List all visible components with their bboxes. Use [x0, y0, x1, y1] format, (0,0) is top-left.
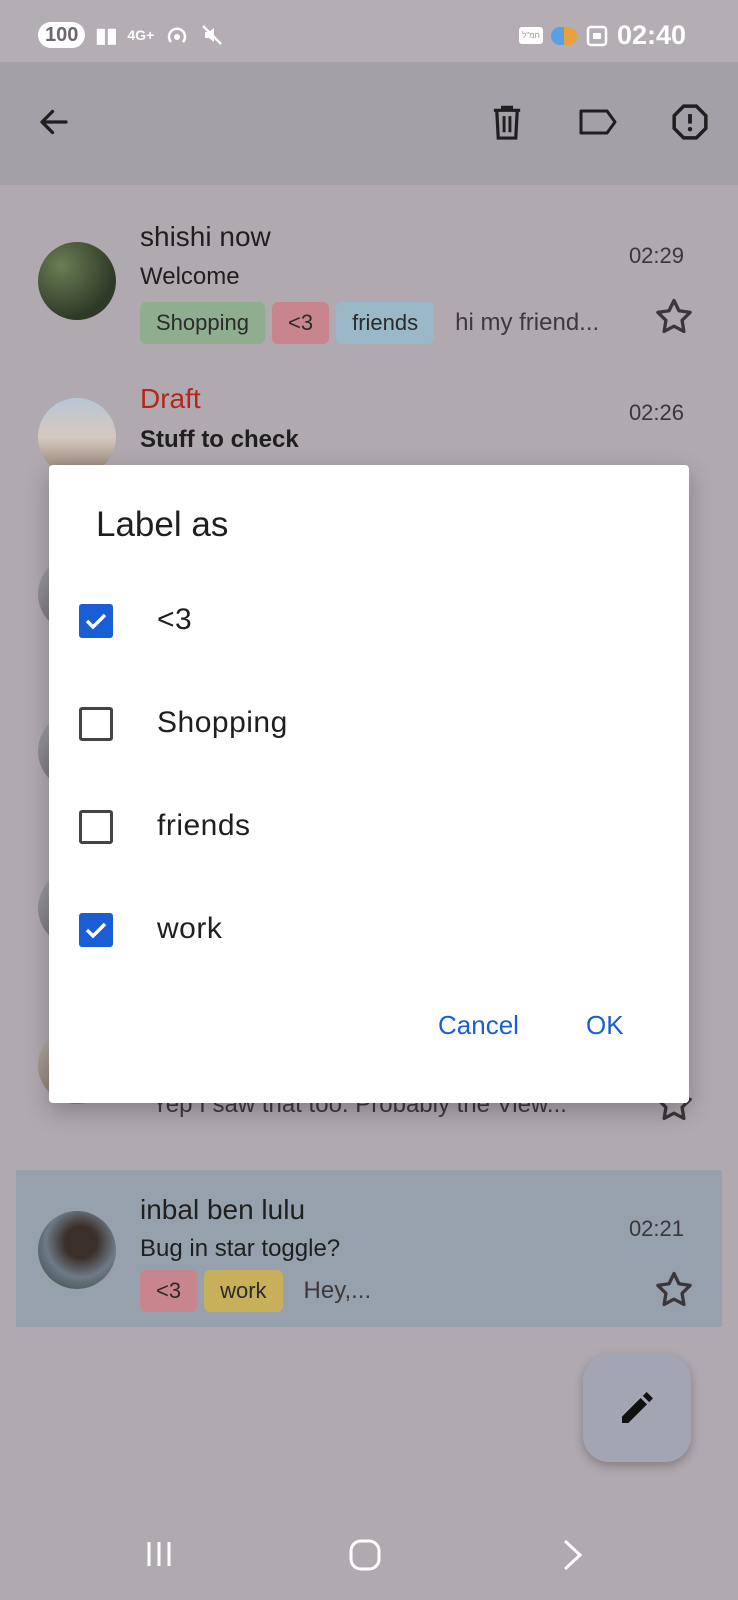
- option-label: work: [157, 912, 223, 945]
- label-chip: Shopping: [140, 302, 265, 344]
- app-bar: [0, 62, 738, 185]
- label-chip: <3: [271, 302, 330, 344]
- email-labels: Shopping <3 friends hi my friend...: [140, 302, 599, 344]
- hotspot-icon: [168, 27, 187, 43]
- checkbox-unchecked[interactable]: [79, 707, 113, 741]
- email-snippet: Hey,...: [303, 1277, 372, 1304]
- signal-icon: ▮▮: [95, 24, 118, 47]
- label-chip: work: [204, 1270, 283, 1312]
- email-time: 02:26: [628, 400, 684, 425]
- label-option[interactable]: <3: [49, 582, 689, 662]
- recents-icon[interactable]: [143, 1538, 175, 1570]
- screenshot-icon: [586, 25, 608, 46]
- home-icon[interactable]: [348, 1538, 382, 1572]
- check-icon: [85, 613, 107, 630]
- star-icon[interactable]: [652, 295, 696, 339]
- battery-indicator: 100: [38, 22, 86, 48]
- system-nav-bar: [0, 1500, 738, 1600]
- clock: 02:40: [616, 20, 686, 50]
- network-type: 4G+: [127, 27, 155, 43]
- label-icon[interactable]: [576, 100, 620, 144]
- checkbox-unchecked[interactable]: [79, 810, 113, 844]
- email-labels: <3 work Hey,...: [140, 1270, 371, 1312]
- pencil-icon: [622, 1392, 653, 1423]
- email-row-selected[interactable]: inbal ben lulu Bug in star toggle? 02:21…: [16, 1170, 722, 1327]
- avatar: [38, 1211, 116, 1289]
- checkbox-checked[interactable]: [79, 913, 113, 947]
- arrow-back-icon[interactable]: [32, 100, 76, 144]
- label-option[interactable]: Shopping: [49, 685, 689, 765]
- notification-badge: חמ"ל: [519, 27, 543, 44]
- email-subject: Bug in star toggle?: [140, 1235, 341, 1262]
- label-option[interactable]: work: [49, 891, 689, 971]
- email-sender: inbal ben lulu: [140, 1194, 306, 1225]
- option-label: <3: [157, 603, 193, 636]
- option-label: friends: [157, 809, 251, 842]
- email-subject: Stuff to check: [140, 426, 299, 453]
- email-sender-draft: Draft: [140, 383, 201, 414]
- email-subject: Welcome: [140, 263, 240, 290]
- cancel-button[interactable]: Cancel: [438, 1010, 519, 1041]
- check-icon: [85, 922, 107, 939]
- avatar: [38, 242, 116, 320]
- label-as-dialog: Label as <3 Shopping friends work Cancel…: [49, 465, 689, 1103]
- report-spam-icon[interactable]: [668, 100, 712, 144]
- compose-button[interactable]: [583, 1354, 691, 1462]
- email-time: 02:29: [628, 243, 684, 268]
- star-icon[interactable]: [652, 1268, 696, 1312]
- back-icon[interactable]: [560, 1538, 586, 1572]
- dialog-title: Label as: [96, 505, 229, 544]
- app-notification-icon: [550, 26, 577, 45]
- label-chip: <3: [140, 1270, 198, 1312]
- trash-icon[interactable]: [485, 100, 529, 144]
- option-label: Shopping: [157, 706, 288, 739]
- status-bar: 100 ▮▮ 4G+ חמ"ל 02:40: [0, 0, 738, 62]
- email-sender: shishi now: [140, 221, 271, 252]
- label-chip: friends: [336, 302, 435, 344]
- email-snippet: hi my friend...: [455, 309, 600, 336]
- ok-button[interactable]: OK: [586, 1010, 624, 1041]
- mute-icon: [202, 25, 223, 45]
- checkbox-checked[interactable]: [79, 604, 113, 638]
- email-row[interactable]: shishi now Welcome 02:29 Shopping <3 fri…: [16, 185, 722, 344]
- label-option[interactable]: friends: [49, 788, 689, 868]
- email-time: 02:21: [628, 1216, 684, 1241]
